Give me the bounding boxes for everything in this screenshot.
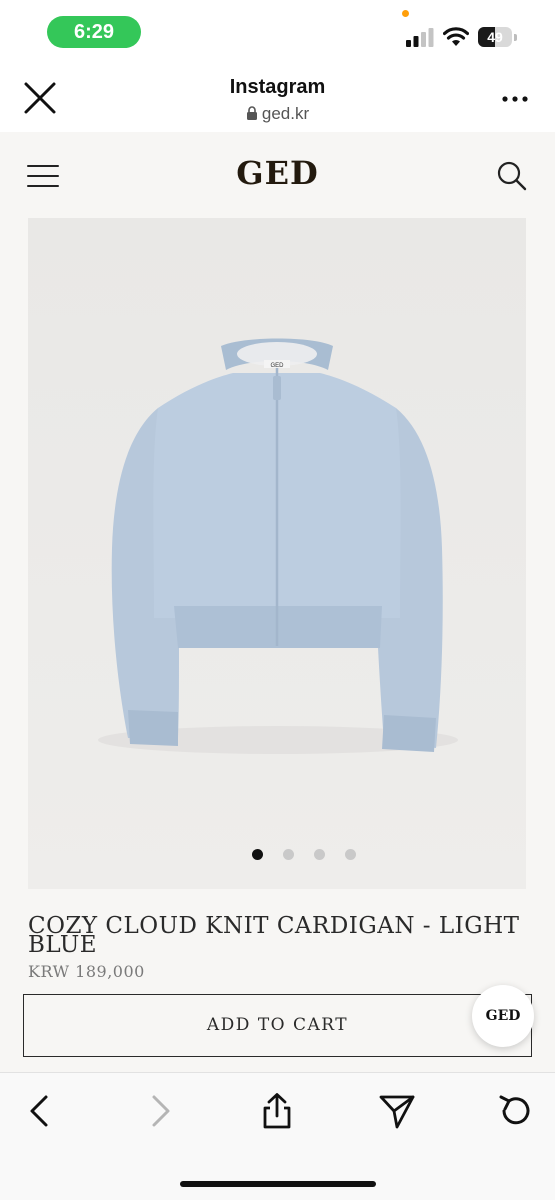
wifi-icon [443,27,469,46]
carousel-dot[interactable] [283,849,294,860]
cardigan-product-photo: GED [28,218,526,889]
browser-url-text: ged.kr [261,104,310,123]
add-to-cart-button[interactable]: ADD TO CART [23,994,532,1057]
cellular-signal-icon [406,28,434,47]
status-time[interactable]: 6:29 [47,16,141,48]
reload-icon[interactable] [495,1091,535,1131]
privacy-indicator-dot [402,10,409,17]
carousel-dot[interactable] [314,849,325,860]
browser-url: ged.kr [0,104,555,124]
product-price: KRW 189,000 [28,962,145,981]
carousel-dot[interactable] [252,849,263,860]
browser-toolbar [0,1072,555,1200]
lock-icon [246,106,257,120]
browser-title: Instagram [229,76,326,98]
battery-level: 49 [487,29,503,45]
share-icon[interactable] [257,1091,297,1131]
garment-label: GED [270,363,284,369]
send-icon[interactable] [377,1091,417,1131]
home-indicator [180,1181,376,1187]
more-icon[interactable] [496,84,534,114]
in-app-browser-header: Instagram ged.kr [0,62,555,132]
chat-bubble-button[interactable]: GED [472,985,534,1047]
site-navbar: GED [0,132,555,218]
back-arrow-icon[interactable] [20,1091,60,1131]
forward-arrow-icon[interactable] [140,1091,180,1131]
brand-logo[interactable]: GED [0,154,555,192]
carousel-dot[interactable] [345,849,356,860]
website-content: GED GED COZY CLOUD KNIT CARDIGAN - LIGHT… [0,132,555,1072]
status-bar: 6:29 49 [0,0,555,62]
search-icon[interactable] [494,158,530,194]
battery-indicator: 49 [478,27,518,47]
product-title: COZY CLOUD KNIT CARDIGAN - LIGHT BLUE [28,913,520,958]
product-image-carousel[interactable]: GED [28,218,526,889]
